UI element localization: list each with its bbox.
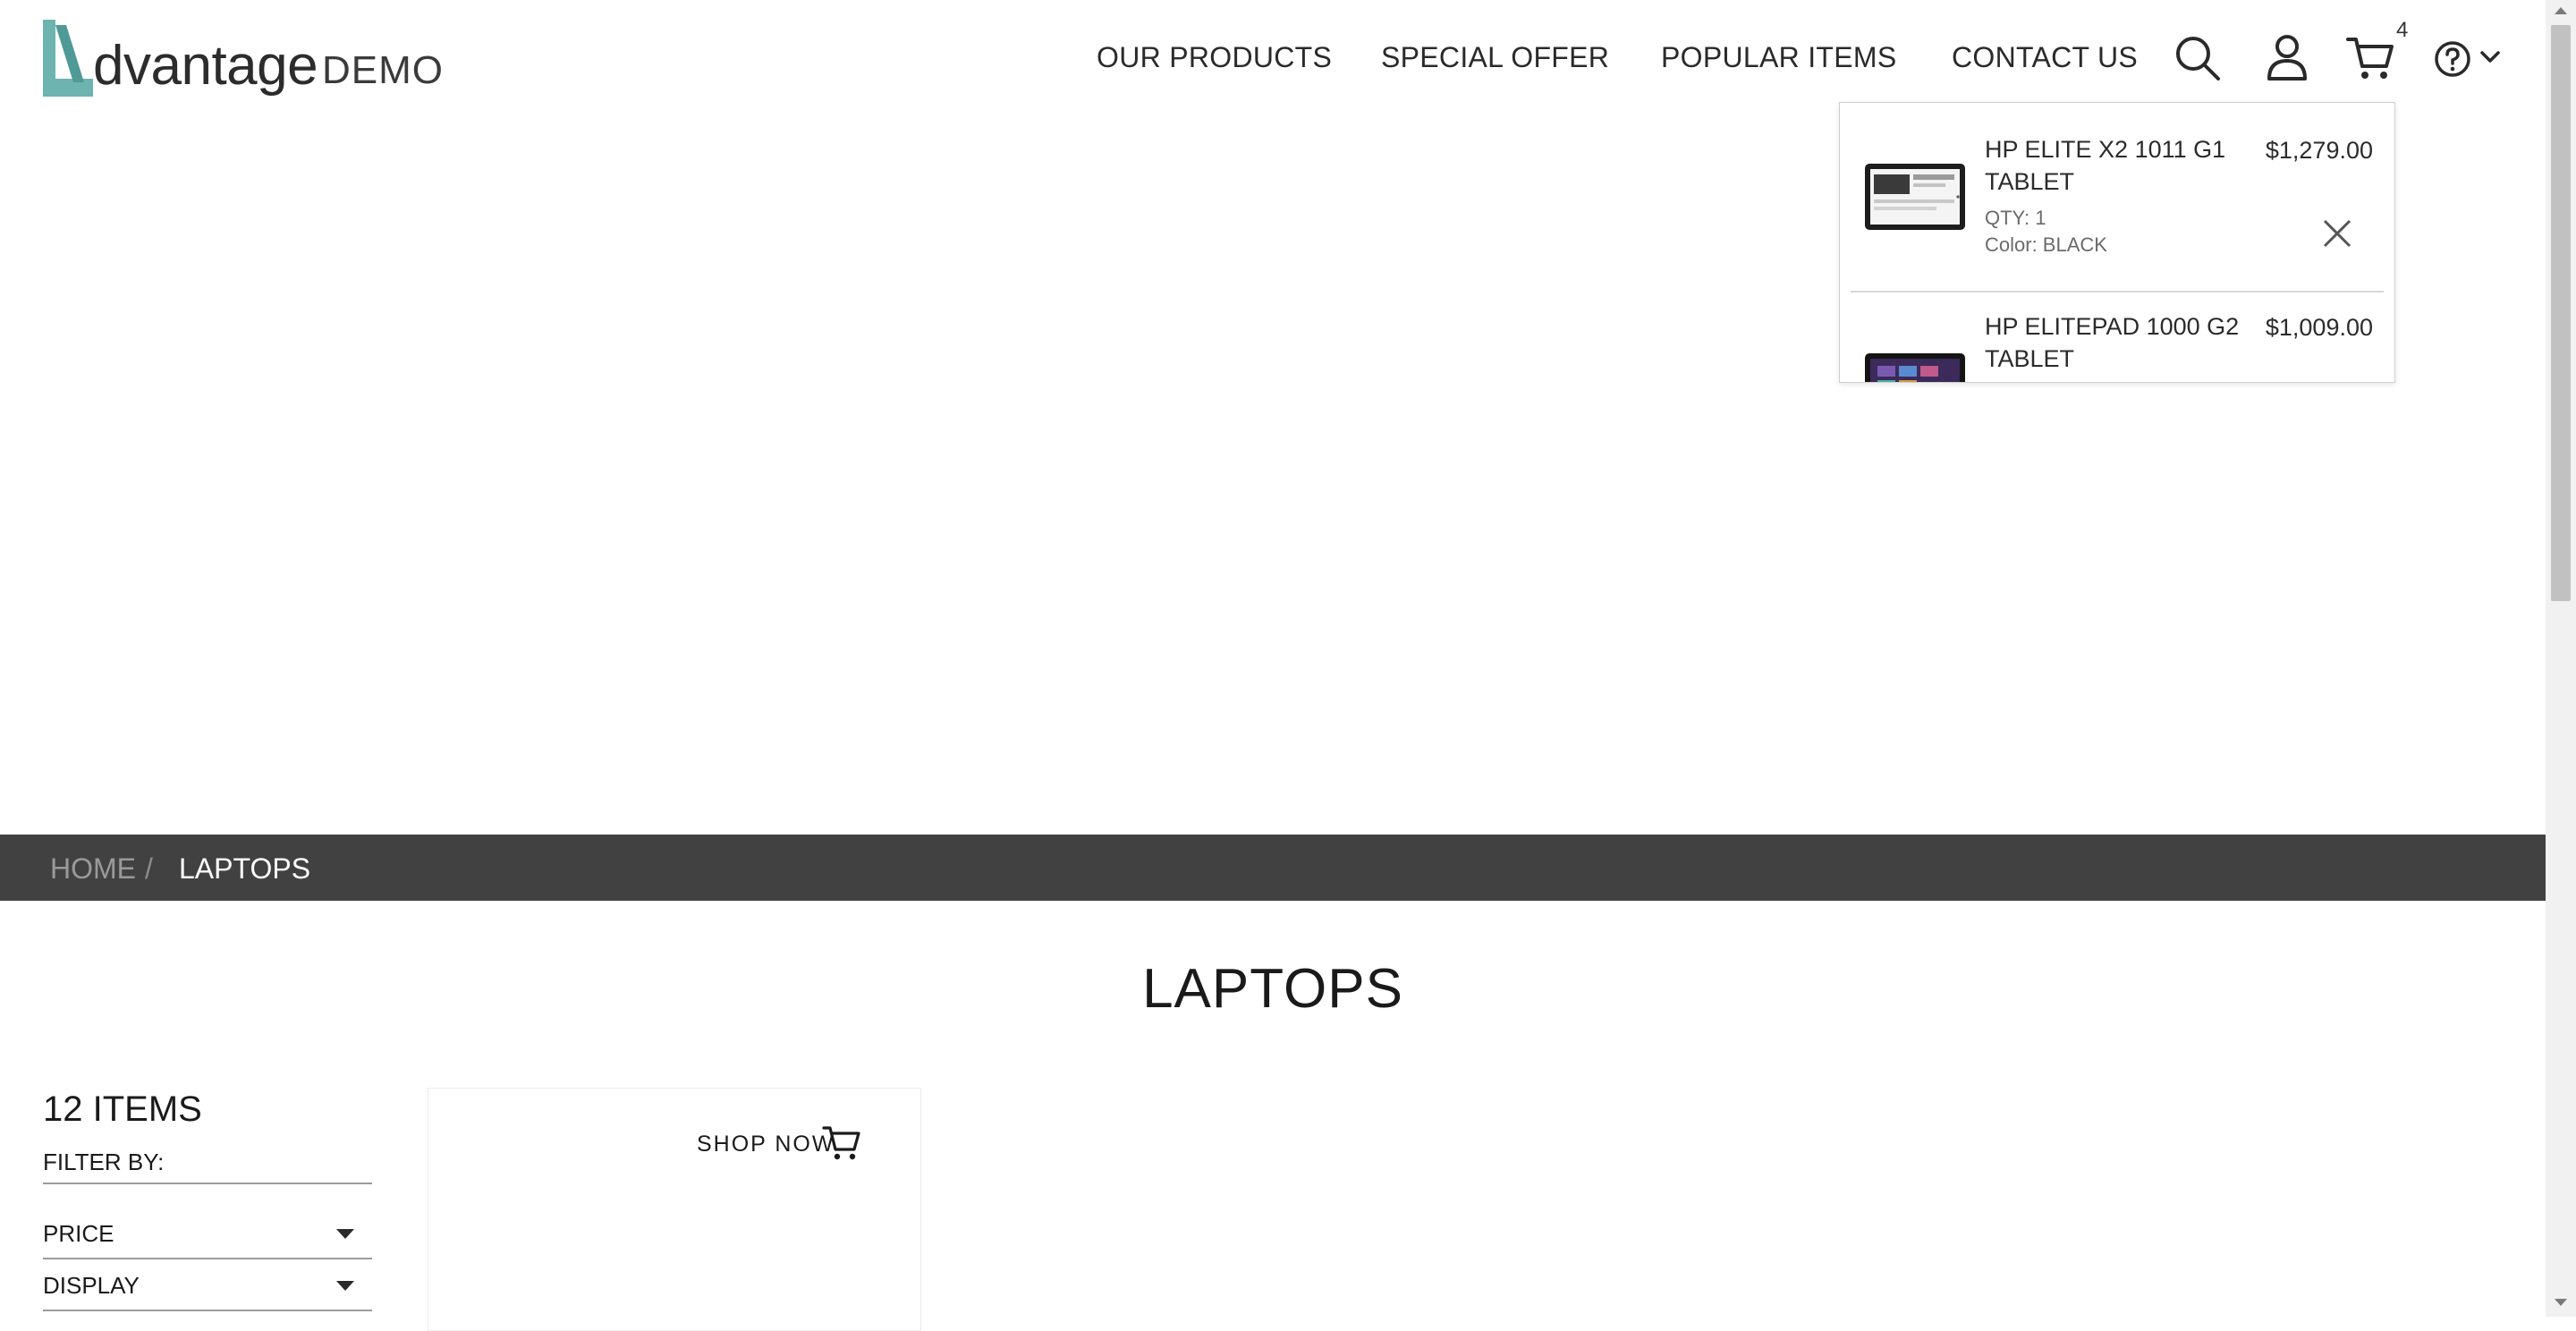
product-thumbnail	[1865, 164, 1965, 230]
brand-name: dvantage	[93, 35, 318, 97]
nav-special-offer[interactable]: SPECIAL OFFER	[1381, 41, 1609, 74]
remove-item-icon[interactable]	[2321, 217, 2353, 250]
brand-suffix: DEMO	[322, 48, 444, 92]
shop-now-link[interactable]: SHOP NOW	[697, 1132, 835, 1157]
cart-item[interactable]: HP ELITE X2 1011 G1 TABLET $1,279.00 QTY…	[1840, 103, 2394, 289]
product-thumbnail	[1865, 353, 1965, 382]
user-icon[interactable]	[2265, 32, 2309, 82]
filter-price-label: PRICE	[43, 1220, 114, 1247]
scroll-up-icon[interactable]	[2555, 7, 2567, 14]
cart-icon[interactable]	[822, 1124, 861, 1162]
category-card[interactable]: SHOP NOW	[428, 1088, 921, 1331]
cart-item-name[interactable]: HP ELITEPAD 1000 G2 TABLET	[1985, 310, 2244, 375]
cart-dropdown: HP ELITE X2 1011 G1 TABLET $1,279.00 QTY…	[1839, 102, 2395, 383]
nav-our-products[interactable]: OUR PRODUCTS	[1097, 41, 1332, 74]
items-count: 12 ITEMS	[43, 1089, 202, 1129]
caret-down-icon	[336, 1281, 354, 1291]
page-scrollbar[interactable]	[2546, 0, 2576, 1317]
brand-logo[interactable]: dvantage DEMO	[39, 16, 443, 106]
filter-divider	[43, 1258, 372, 1259]
breadcrumb-home[interactable]: HOME	[50, 852, 136, 886]
breadcrumb-separator: /	[145, 852, 153, 885]
cart-item-name[interactable]: HP ELITE X2 1011 G1 TABLET	[1985, 133, 2244, 198]
cart-item-price: $1,009.00	[2265, 314, 2373, 341]
cart-item-price: $1,279.00	[2265, 137, 2373, 164]
filter-divider	[43, 1310, 372, 1311]
cart-item-qty: QTY: 1	[1985, 207, 2046, 229]
cart-item[interactable]: HP ELITEPAD 1000 G2 TABLET $1,009.00	[1840, 291, 2394, 382]
filter-by-label: FILTER BY:	[43, 1149, 165, 1175]
chevron-down-icon[interactable]	[2479, 48, 2501, 66]
caret-down-icon	[336, 1229, 354, 1239]
cart-count-badge: 4	[2396, 18, 2409, 42]
filter-display-label: DISPLAY	[43, 1272, 140, 1299]
logo-mark-icon	[43, 20, 93, 97]
search-icon[interactable]	[2174, 34, 2224, 84]
cart-item-color: Color: BLACK	[1985, 233, 2107, 256]
nav-contact-us[interactable]: CONTACT US	[1952, 41, 2138, 74]
cart-icon[interactable]	[2345, 34, 2395, 82]
breadcrumb-current: LAPTOPS	[179, 852, 311, 885]
page-title: LAPTOPS	[1142, 958, 1403, 1020]
nav-popular-items[interactable]: POPULAR ITEMS	[1661, 41, 1897, 74]
filter-divider	[43, 1183, 372, 1184]
scroll-thumb[interactable]	[2551, 25, 2571, 601]
help-icon[interactable]	[2433, 39, 2472, 79]
scroll-down-icon[interactable]	[2555, 1299, 2567, 1306]
breadcrumb: HOME / LAPTOPS	[0, 835, 2546, 901]
